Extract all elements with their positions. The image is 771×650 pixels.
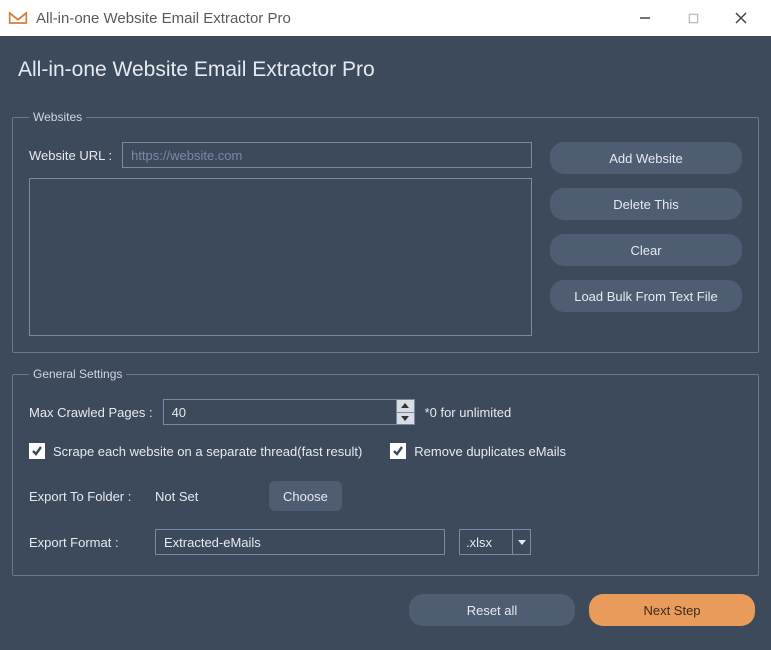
titlebar: All-in-one Website Email Extractor Pro (0, 0, 771, 36)
app-icon (8, 8, 28, 28)
close-button[interactable] (731, 8, 751, 28)
choose-folder-button[interactable]: Choose (269, 481, 342, 511)
max-crawled-stepper[interactable] (163, 399, 415, 425)
delete-this-button[interactable]: Delete This (550, 188, 742, 220)
remove-duplicates-checkbox[interactable]: Remove duplicates eMails (390, 443, 566, 459)
clear-button[interactable]: Clear (550, 234, 742, 266)
page-title: All-in-one Website Email Extractor Pro (12, 36, 759, 110)
max-crawled-label: Max Crawled Pages : (29, 405, 153, 420)
websites-group: Websites Website URL : Add Website Delet… (12, 110, 759, 353)
website-url-input[interactable] (122, 142, 532, 168)
scrape-thread-checkbox[interactable]: Scrape each website on a separate thread… (29, 443, 362, 459)
spinner-up-button[interactable] (397, 400, 414, 412)
checkbox-icon (390, 443, 406, 459)
export-extension-value: .xlsx (460, 535, 512, 550)
load-bulk-button[interactable]: Load Bulk From Text File (550, 280, 742, 312)
window-controls (635, 8, 763, 28)
max-crawled-input[interactable] (164, 400, 396, 424)
general-settings-group: General Settings Max Crawled Pages : *0 … (12, 367, 759, 576)
export-format-label: Export Format : (29, 535, 141, 550)
minimize-button[interactable] (635, 8, 655, 28)
scrape-thread-label: Scrape each website on a separate thread… (53, 444, 362, 459)
max-crawled-hint: *0 for unlimited (425, 405, 512, 420)
export-folder-value: Not Set (155, 489, 255, 504)
export-extension-select[interactable]: .xlsx (459, 529, 531, 555)
window-title: All-in-one Website Email Extractor Pro (36, 10, 635, 27)
export-folder-label: Export To Folder : (29, 489, 141, 504)
export-format-input[interactable] (155, 529, 445, 555)
remove-duplicates-label: Remove duplicates eMails (414, 444, 566, 459)
next-step-button[interactable]: Next Step (589, 594, 755, 626)
app-body: All-in-one Website Email Extractor Pro W… (0, 36, 771, 650)
websites-legend: Websites (29, 110, 86, 124)
add-website-button[interactable]: Add Website (550, 142, 742, 174)
website-url-label: Website URL : (29, 148, 112, 163)
chevron-down-icon (512, 530, 530, 554)
spinner-down-button[interactable] (397, 412, 414, 425)
general-settings-legend: General Settings (29, 367, 126, 381)
reset-all-button[interactable]: Reset all (409, 594, 575, 626)
checkbox-icon (29, 443, 45, 459)
footer-buttons: Reset all Next Step (12, 590, 759, 626)
maximize-button[interactable] (683, 8, 703, 28)
websites-listbox[interactable] (29, 178, 532, 336)
